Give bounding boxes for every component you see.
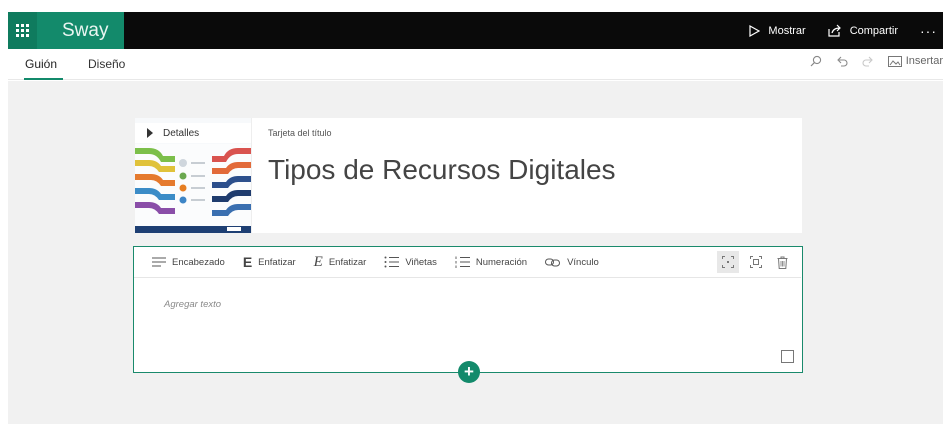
heading-button[interactable]: Encabezado [152, 257, 225, 268]
link-icon [545, 258, 561, 266]
insert-image-icon [887, 55, 902, 67]
numbering-button[interactable]: Numeración [455, 256, 527, 268]
play-button[interactable]: Mostrar [749, 24, 806, 37]
view-tabs: Guión Diseño Insertar [8, 49, 943, 80]
storyline-canvas: Detalles Tarjeta del título Tipos de Rec… [8, 81, 943, 424]
topbar-actions: Mostrar Compartir ··· [749, 12, 943, 49]
emphasize-italic-button[interactable]: E Enfatizar [314, 254, 367, 271]
title-card-thumbnail[interactable]: Detalles [135, 118, 252, 233]
add-text-placeholder[interactable]: Agregar texto [164, 299, 221, 310]
select-card-checkbox[interactable] [781, 350, 794, 363]
sway-editor: Sway Mostrar Compartir ··· Guión Diseño [0, 0, 943, 424]
bullets-icon [384, 256, 400, 268]
title-card[interactable]: Detalles Tarjeta del título Tipos de Rec… [135, 118, 802, 233]
undo-icon [836, 56, 848, 67]
insert-button[interactable]: Insertar [887, 55, 943, 67]
trash-icon [777, 256, 787, 269]
app-name[interactable]: Sway [37, 12, 124, 49]
more-options-button[interactable]: ··· [920, 23, 937, 39]
app-launcher-icon [16, 24, 29, 37]
redo-button[interactable] [862, 56, 874, 67]
emphasize-italic-label: Enfatizar [328, 256, 367, 268]
numbering-icon [455, 256, 470, 268]
search-button[interactable] [810, 55, 822, 67]
app-launcher-button[interactable] [8, 12, 37, 49]
link-button[interactable]: Vínculo [545, 257, 599, 268]
tab-diseno[interactable]: Diseño [88, 57, 125, 71]
share-label: Compartir [849, 24, 898, 37]
infographic-thumbnail-image [135, 144, 251, 233]
play-icon [749, 24, 761, 37]
search-icon [810, 55, 821, 67]
card-emphasis-controls [717, 251, 797, 273]
bullets-button[interactable]: Viñetas [384, 256, 437, 268]
emphasize-bold-label: Enfatizar [258, 256, 296, 268]
emphasize-italic-icon: E [313, 253, 323, 270]
insert-label: Insertar [905, 55, 943, 67]
card-type-caption: Tarjeta del título [268, 128, 332, 138]
undo-button[interactable] [836, 56, 848, 67]
redo-icon [862, 56, 873, 67]
add-card-button[interactable]: + [458, 361, 480, 383]
focus-point-button[interactable] [717, 251, 739, 273]
emphasize-bold-button[interactable]: E Enfatizar [243, 254, 296, 270]
emphasis-button[interactable] [745, 251, 767, 273]
top-bar: Sway Mostrar Compartir ··· [8, 12, 943, 49]
text-formatting-toolbar: Encabezado E Enfatizar E Enfatizar Viñet… [134, 247, 801, 278]
active-tab-indicator [24, 78, 63, 80]
emphasize-bold-icon: E [242, 254, 253, 270]
edit-tools: Insertar [796, 55, 943, 67]
focus-point-icon [722, 256, 734, 268]
share-button[interactable]: Compartir [828, 24, 898, 37]
link-label: Vínculo [567, 256, 599, 268]
heading-icon [152, 257, 166, 267]
share-icon [828, 24, 841, 37]
play-label: Mostrar [768, 24, 806, 37]
card-title-text[interactable]: Tipos de Recursos Digitales [268, 154, 616, 186]
text-card[interactable]: Encabezado E Enfatizar E Enfatizar Viñet… [133, 246, 803, 373]
tab-guion[interactable]: Guión [25, 57, 57, 71]
bullets-label: Viñetas [405, 256, 437, 268]
delete-card-button[interactable] [771, 251, 793, 273]
numbering-label: Numeración [475, 256, 528, 268]
emphasis-icon [750, 256, 762, 268]
heading-label: Encabezado [172, 256, 225, 268]
